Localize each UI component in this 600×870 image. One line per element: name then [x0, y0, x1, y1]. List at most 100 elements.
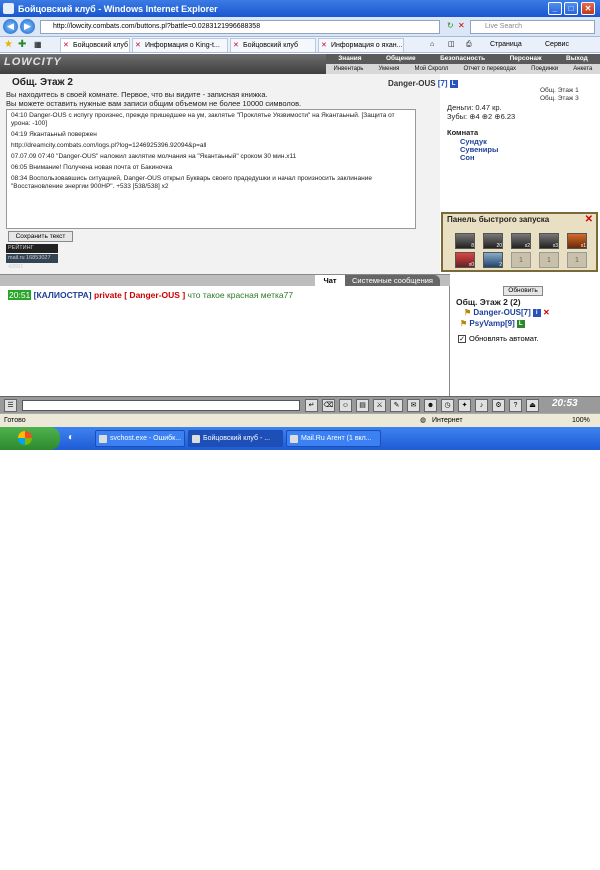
task-fightclub[interactable]: Бойцовский клуб - ... [188, 430, 283, 447]
quick-slot-empty[interactable]: 1 [511, 252, 531, 268]
feeds-icon[interactable]: ◫ [448, 39, 455, 51]
submenu-transfers[interactable]: Отчет о переводах [464, 64, 517, 74]
quick-slot-potion[interactable]: 8 [455, 233, 475, 249]
quick-slot-attack[interactable]: x3 [539, 233, 559, 249]
notebook-line: http://dreamcity.combats.com/logs.pl?log… [11, 142, 207, 149]
tab-fightclub-1[interactable]: ✕ Бойцовский клуб [60, 38, 130, 52]
chat-private-target[interactable]: private [ Danger-OUS ] [94, 290, 185, 300]
tab-info-yakhan[interactable]: ✕ Информация о яхан... [318, 38, 404, 52]
favorites-star-icon[interactable]: ★ [4, 39, 13, 50]
info-icon[interactable]: i [532, 308, 541, 317]
close-icon[interactable]: ✕ [581, 2, 595, 15]
mail-icon[interactable]: ✉ [407, 399, 420, 412]
auto-refresh-checkbox[interactable]: ✓ Обновлять автомат. [458, 334, 538, 344]
menu-knowledge[interactable]: Знания [338, 54, 361, 64]
filter-icon[interactable]: ▤ [356, 399, 369, 412]
link-sleep[interactable]: Сон [460, 153, 475, 162]
chat-time: 20:51 [8, 290, 32, 300]
chat-area: 20:51 [КАЛИОСТРА] private [ Danger-OUS ]… [0, 286, 450, 396]
menu-security[interactable]: Безопасность [440, 54, 485, 64]
quick-slot-elixir[interactable]: x2 [511, 233, 531, 249]
money: Деньги: 0.47 кр. [447, 103, 502, 112]
error-icon [99, 435, 107, 443]
chat-mode-icon[interactable]: ☰ [4, 399, 17, 412]
maximize-icon[interactable]: □ [564, 2, 578, 15]
online-user[interactable]: ⚑ Danger-OUS[7] i ✕ [464, 308, 550, 317]
exit-icon[interactable]: ⏏ [526, 399, 539, 412]
status-bar: Готово ◍ Интернет 100% [0, 413, 600, 427]
help-icon[interactable]: ? [509, 399, 522, 412]
submenu-scroll[interactable]: Мой Скролл [415, 64, 449, 74]
submenu-profile[interactable]: Анкета [573, 64, 592, 74]
search-input[interactable]: Live Search [470, 20, 595, 34]
quick-slot-empty[interactable]: 1 [539, 252, 559, 268]
chat-tab-bar: Чат Системные сообщения [0, 274, 450, 287]
refresh-button[interactable]: Обновить [503, 286, 543, 296]
add-favorite-icon[interactable]: ✚ [18, 39, 26, 50]
quick-slot-water[interactable]: 2 [483, 252, 503, 268]
rating-icon[interactable]: ✦ [458, 399, 471, 412]
submenu-inventory[interactable]: Инвентарь [334, 64, 364, 74]
task-mailru-agent[interactable]: Mail.Ru Агент (1 вкл... [286, 430, 381, 447]
location-floor-1[interactable]: Общ. Этаж 1 [540, 87, 579, 94]
menu-character[interactable]: Персонаж [510, 54, 542, 64]
info-icon[interactable]: L [449, 79, 458, 88]
online-user[interactable]: ⚑ PsyVamp[9] L [460, 319, 525, 328]
submenu-battles[interactable]: Поединки [531, 64, 558, 74]
tools-menu[interactable]: Сервис [545, 39, 569, 51]
sound-icon[interactable]: ♪ [475, 399, 488, 412]
room-label: Комната [447, 128, 479, 137]
notebook-textarea[interactable]: 04:10 Danger-OUS с испугу произнес, преж… [6, 109, 416, 229]
room-title: Общ. Этаж 2 [12, 77, 73, 88]
close-icon[interactable]: ✕ [585, 214, 593, 225]
game-header: LOWCITY Знания Общение Безопасность Перс… [0, 54, 600, 74]
tab-list-icon[interactable]: ▦ [34, 40, 42, 49]
watermark: photo.scrolls-combats.com [470, 860, 578, 870]
tab-info-king[interactable]: ✕ Информация о King-t... [132, 38, 228, 52]
player-name[interactable]: Danger-OUS [7] L [388, 79, 458, 88]
forum-icon[interactable]: ✎ [390, 399, 403, 412]
menu-communication[interactable]: Общение [386, 54, 416, 64]
quick-slot-shield[interactable]: x0 [455, 252, 475, 268]
smile-icon[interactable]: ☻ [424, 399, 437, 412]
submenu-skills[interactable]: Умения [379, 64, 400, 74]
start-button[interactable] [0, 427, 60, 450]
home-icon[interactable]: ⌂ [430, 39, 434, 51]
info-icon[interactable]: L [516, 319, 525, 328]
back-icon[interactable]: ◀ [3, 19, 18, 34]
smile-menu-icon[interactable]: ☺ [339, 399, 352, 412]
minimize-icon[interactable]: _ [548, 2, 562, 15]
clock-icon[interactable]: ◷ [441, 399, 454, 412]
tab-fightclub-2[interactable]: ✕ Бойцовский клуб [230, 38, 316, 52]
notebook-line: 07.07.09 07:40 "Danger-OUS" наложил закл… [11, 153, 297, 160]
settings-icon[interactable]: ⚙ [492, 399, 505, 412]
battle-icon[interactable]: ⚔ [373, 399, 386, 412]
print-icon[interactable]: ⎙ [466, 39, 472, 51]
menu-exit[interactable]: Выход [566, 54, 588, 64]
zoom-level[interactable]: 100% [572, 414, 590, 427]
quicklaunch-icon[interactable]: ◐ [68, 432, 74, 443]
quick-slot-empty[interactable]: 1 [567, 252, 587, 268]
save-text-button[interactable]: Сохранить текст [8, 231, 73, 242]
clan-icon: ⚑ [464, 308, 472, 317]
location-floor-3[interactable]: Общ. Этаж 3 [540, 95, 579, 102]
refresh-icon[interactable]: ↻ [447, 21, 454, 30]
stop-icon[interactable]: ✕ [458, 21, 465, 30]
forward-icon[interactable]: ▶ [20, 19, 35, 34]
clan-icon: ⚑ [460, 319, 468, 328]
rating-counter[interactable]: РЕЙТИНГ 0553136189 [6, 244, 58, 260]
page-menu[interactable]: Страница [490, 39, 522, 51]
chat-input[interactable] [22, 400, 300, 411]
clear-icon[interactable]: ⌫ [322, 399, 335, 412]
cross-icon[interactable]: ✕ [543, 308, 550, 317]
online-list: Обновить Общ. Этаж 2 (2) ⚑ Danger-OUS[7]… [450, 286, 600, 396]
address-bar-row: ◀ ▶ http://lowcity.combats.com/buttons.p… [0, 17, 600, 37]
chat-sender[interactable]: [КАЛИОСТРА] [34, 290, 92, 300]
checkbox-checked-icon[interactable]: ✓ [458, 335, 466, 344]
mailru-counter[interactable]: mail.ru 16853027 42691 [6, 254, 58, 270]
quick-slot-scroll[interactable]: 20 [483, 233, 503, 249]
address-input[interactable]: http://lowcity.combats.com/buttons.pl?ba… [40, 20, 440, 34]
send-icon[interactable]: ↵ [305, 399, 318, 412]
quick-slot-fire[interactable]: x1 [567, 233, 587, 249]
task-svchost[interactable]: svchost.exe - Ошибк... [95, 430, 185, 447]
